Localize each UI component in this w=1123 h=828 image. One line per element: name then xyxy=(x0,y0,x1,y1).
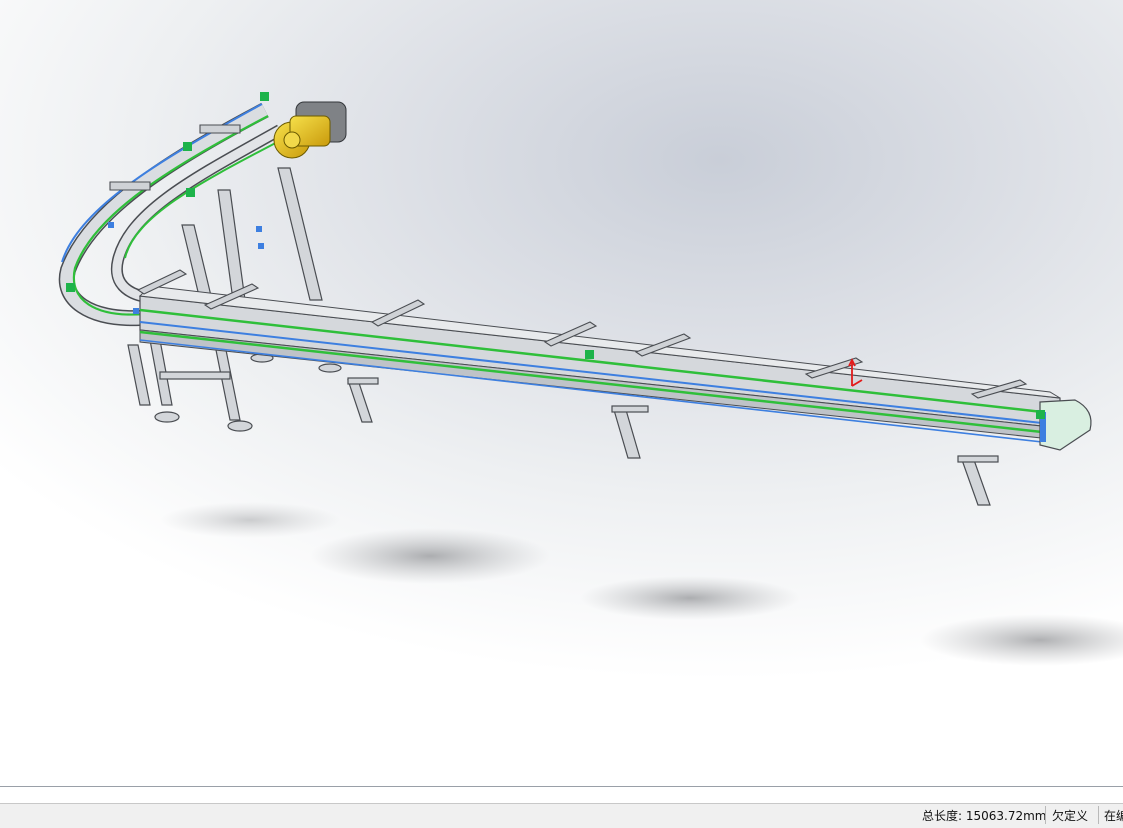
status-separator xyxy=(1045,806,1046,824)
conveyor-model-canvas[interactable] xyxy=(0,0,1123,803)
total-length-readout: 总长度: 15063.72mm xyxy=(922,809,1047,823)
status-bar: 总长度: 15063.72mm 欠定义 在编 xyxy=(0,803,1123,828)
drive-motor xyxy=(273,101,347,159)
straight-conveyor-section xyxy=(138,285,1061,445)
viewport-divider xyxy=(0,786,1123,787)
status-separator xyxy=(1098,806,1099,824)
floor-shadow xyxy=(160,502,1123,666)
graphics-viewport[interactable] xyxy=(0,0,1123,803)
definition-state: 欠定义 xyxy=(1052,809,1089,823)
edit-state: 在编 xyxy=(1104,809,1123,823)
return-end-housing xyxy=(1039,399,1092,451)
